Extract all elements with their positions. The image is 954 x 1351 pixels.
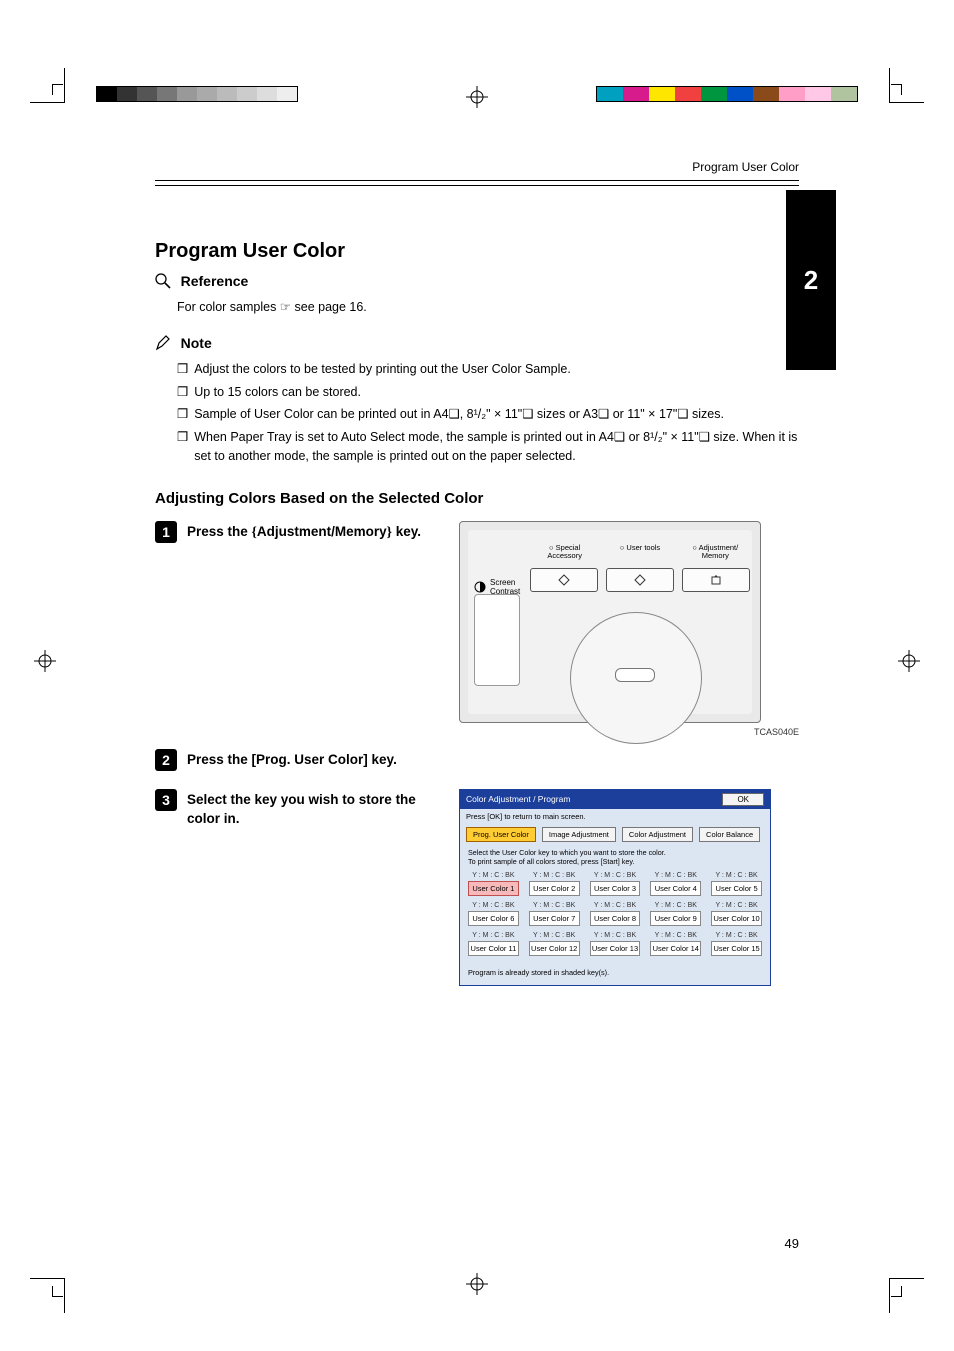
user-tools-key[interactable] (606, 568, 674, 592)
reference-body: For color samples ☞ see page 16. (155, 298, 799, 317)
user-color-slot[interactable]: User Color 8 (590, 911, 641, 926)
magnifier-icon (155, 273, 171, 292)
running-head: Program User Color (155, 160, 799, 174)
grayscale-bar (96, 86, 298, 102)
crop-mark (52, 84, 63, 95)
column-header: Y : M : C : BK (650, 872, 701, 879)
user-color-slot[interactable]: User Color 15 (711, 941, 762, 956)
column-header: Y : M : C : BK (650, 932, 701, 939)
user-color-slot[interactable]: User Color 2 (529, 881, 580, 896)
ok-button[interactable]: OK (722, 793, 764, 806)
adjustment-memory-key[interactable] (682, 568, 750, 592)
section-title: Program User Color (155, 210, 799, 263)
column-header: Y : M : C : BK (711, 932, 762, 939)
column-header: Y : M : C : BK (590, 872, 641, 879)
column-header: Y : M : C : BK (529, 902, 580, 909)
dialog-hint: Press [OK] to return to main screen. (460, 809, 770, 824)
column-header: Y : M : C : BK (468, 932, 519, 939)
reference-heading: Reference (181, 273, 249, 289)
screen-capture: Color Adjustment / Program OK Press [OK]… (459, 789, 771, 986)
key-label: ○ Adjustment/ Memory (681, 544, 750, 561)
tab-color-balance[interactable]: Color Balance (699, 827, 760, 842)
crop-mark (52, 1286, 63, 1297)
user-color-slot[interactable]: User Color 6 (468, 911, 519, 926)
user-color-slot[interactable]: User Color 13 (590, 941, 641, 956)
user-color-slot[interactable]: User Color 1 (468, 881, 519, 896)
column-header: Y : M : C : BK (529, 872, 580, 879)
page-number: 49 (785, 1236, 799, 1251)
key-label: ○ Special Accessory (530, 544, 599, 561)
column-header: Y : M : C : BK (650, 902, 701, 909)
user-color-slot[interactable]: User Color 11 (468, 941, 519, 956)
tab-image-adjustment[interactable]: Image Adjustment (542, 827, 616, 842)
step-number: 1 (155, 521, 177, 543)
tab-color-adjustment[interactable]: Color Adjustment (622, 827, 693, 842)
note-bullet: Sample of User Color can be printed out … (194, 405, 724, 424)
registration-mark-icon (898, 650, 920, 675)
column-header: Y : M : C : BK (590, 932, 641, 939)
device-illustration: Screen Contrast ○ Special Accessory ○ Us… (459, 521, 761, 723)
user-color-slot[interactable]: User Color 14 (650, 941, 701, 956)
column-header: Y : M : C : BK (711, 872, 762, 879)
step-text: Press the {Adjustment/Memory} key. (187, 521, 435, 542)
user-color-slot[interactable]: User Color 3 (590, 881, 641, 896)
note-heading: Note (181, 335, 212, 351)
dialog-title: Color Adjustment / Program (466, 794, 570, 804)
note-body: Adjust the colors to be tested by printi… (155, 360, 799, 466)
key-label: ○ User tools (605, 544, 674, 561)
user-color-slot[interactable]: User Color 5 (711, 881, 762, 896)
divider (155, 180, 799, 186)
user-color-slot[interactable]: User Color 4 (650, 881, 701, 896)
registration-mark-icon (34, 650, 56, 675)
pencil-icon (155, 335, 171, 354)
user-color-slot[interactable]: User Color 10 (711, 911, 762, 926)
tab-prog-user-color[interactable]: Prog. User Color (466, 827, 536, 842)
contrast-icon (474, 581, 486, 593)
registration-mark-icon (466, 1273, 488, 1295)
crop-mark (891, 1286, 902, 1297)
step-text: Press the [Prog. User Color] key. (187, 749, 799, 770)
note-bullet: When Paper Tray is set to Auto Select mo… (194, 428, 799, 466)
special-accessory-key[interactable] (530, 568, 598, 592)
instruction-text: Select the User Color key to which you w… (468, 848, 762, 857)
subheading: Adjusting Colors Based on the Selected C… (155, 490, 799, 507)
column-header: Y : M : C : BK (468, 872, 519, 879)
crop-mark (891, 84, 902, 95)
registration-mark-icon (466, 86, 488, 108)
note-bullet: Up to 15 colors can be stored. (194, 383, 361, 402)
contrast-label: Screen Contrast (490, 578, 520, 596)
color-bar (596, 86, 858, 102)
user-color-slot[interactable]: User Color 9 (650, 911, 701, 926)
user-color-slot[interactable]: User Color 12 (529, 941, 580, 956)
dialog-footer: Program is already stored in shaded key(… (460, 964, 770, 985)
column-header: Y : M : C : BK (590, 902, 641, 909)
instruction-text: To print sample of all colors stored, pr… (468, 857, 762, 866)
column-header: Y : M : C : BK (529, 932, 580, 939)
column-header: Y : M : C : BK (468, 902, 519, 909)
step-number: 2 (155, 749, 177, 771)
step-number: 3 (155, 789, 177, 811)
user-color-slot[interactable]: User Color 7 (529, 911, 580, 926)
note-bullet: Adjust the colors to be tested by printi… (194, 360, 571, 379)
column-header: Y : M : C : BK (711, 902, 762, 909)
step-text: Select the key you wish to store the col… (187, 789, 435, 829)
